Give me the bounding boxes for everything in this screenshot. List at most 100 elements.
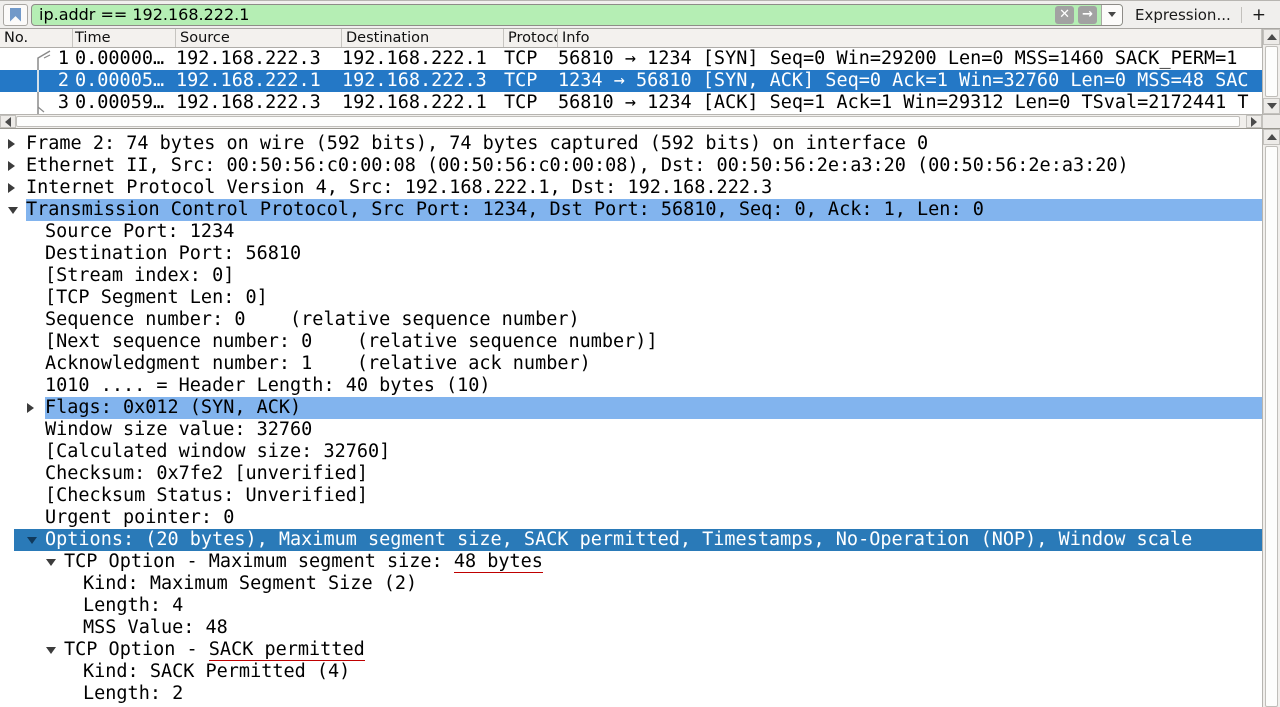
chevron-down-icon [1108, 12, 1116, 17]
packet-cell-time: 0.00059… [73, 92, 176, 114]
column-header-info[interactable]: Info [558, 29, 1262, 47]
packet-rows: 10.00000…192.168.222.3192.168.222.1TCP56… [0, 48, 1262, 114]
column-header-proto[interactable]: Protocol [504, 29, 558, 47]
add-filter-button[interactable]: + [1242, 5, 1274, 25]
detail-row[interactable]: [Next sequence number: 0 (relative seque… [0, 331, 1280, 353]
detail-text: [Checksum Status: Unverified] [45, 485, 1280, 507]
detail-row[interactable]: [Checksum Status: Unverified] [0, 485, 1280, 507]
expand-icon[interactable] [8, 155, 26, 177]
packet-list-header: No.TimeSourceDestinationProtocolInfo [0, 29, 1262, 48]
packet-cell-no: 2 [0, 70, 73, 92]
detail-row[interactable]: Frame 2: 74 bytes on wire (592 bits), 74… [0, 133, 1280, 155]
filter-history-dropdown[interactable] [1101, 5, 1122, 25]
detail-row[interactable]: Transmission Control Protocol, Src Port:… [0, 199, 1280, 221]
detail-text: Length: 2 [83, 683, 1280, 705]
detail-text: Internet Protocol Version 4, Src: 192.16… [26, 177, 1280, 199]
annotation-underline: SACK permitted [209, 639, 365, 661]
detail-text: Checksum: 0x7fe2 [unverified] [45, 463, 1280, 485]
expander-spacer [27, 243, 45, 265]
column-header-dst[interactable]: Destination [342, 29, 504, 47]
scroll-down-button[interactable] [1263, 98, 1280, 114]
detail-row[interactable]: Length: 2 [0, 683, 1280, 705]
packet-detail-pane: Frame 2: 74 bytes on wire (592 bits), 74… [0, 129, 1280, 707]
detail-row[interactable]: TCP Option - Maximum segment size: 48 by… [0, 551, 1280, 573]
hscrollbar-thumb[interactable] [16, 116, 1240, 127]
detail-row[interactable]: [Calculated window size: 32760] [0, 441, 1280, 463]
expander-spacer [27, 375, 45, 397]
detail-row[interactable]: TCP Option - SACK permitted [0, 639, 1280, 661]
detail-row[interactable]: Sequence number: 0 (relative sequence nu… [0, 309, 1280, 331]
detail-text: Kind: SACK Permitted (4) [83, 661, 1280, 683]
detail-row[interactable]: Ethernet II, Src: 00:50:56:c0:00:08 (00:… [0, 155, 1280, 177]
collapse-icon[interactable] [27, 529, 45, 551]
expander-spacer [27, 507, 45, 529]
scrollbar-corner [1262, 115, 1280, 128]
display-filter-input[interactable]: ip.addr == 192.168.222.1 ✕ → [31, 4, 1123, 26]
detail-text: Sequence number: 0 (relative sequence nu… [45, 309, 1280, 331]
triangle-up-icon [1267, 134, 1277, 140]
detail-row[interactable]: Internet Protocol Version 4, Src: 192.16… [0, 177, 1280, 199]
expander-spacer [65, 661, 83, 683]
detail-rows: Frame 2: 74 bytes on wire (592 bits), 74… [0, 133, 1280, 705]
packet-cell-dst: 192.168.222.1 [342, 92, 504, 114]
column-header-src[interactable]: Source [176, 29, 342, 47]
collapse-icon[interactable] [46, 639, 64, 661]
detail-row[interactable]: Checksum: 0x7fe2 [unverified] [0, 463, 1280, 485]
detail-row[interactable]: Urgent pointer: 0 [0, 507, 1280, 529]
detail-scrollbar[interactable] [1262, 129, 1280, 707]
collapse-icon[interactable] [46, 551, 64, 573]
triangle-right-icon [1251, 117, 1257, 127]
scroll-up-button[interactable] [1263, 29, 1280, 45]
hscroll-track[interactable] [16, 115, 1246, 128]
filter-bookmark-button[interactable] [3, 4, 28, 26]
expand-icon[interactable] [8, 177, 26, 199]
clear-filter-button[interactable]: ✕ [1055, 6, 1074, 24]
detail-text: [TCP Segment Len: 0] [45, 287, 1280, 309]
collapse-icon[interactable] [8, 199, 26, 221]
expand-icon[interactable] [27, 397, 45, 419]
packet-row[interactable]: 20.00005…192.168.222.1192.168.222.3TCP12… [0, 70, 1262, 92]
detail-row[interactable]: Kind: SACK Permitted (4) [0, 661, 1280, 683]
column-header-no[interactable]: No. [0, 29, 73, 47]
scrollbar-thumb[interactable] [1265, 46, 1278, 97]
scroll-up-button[interactable] [1263, 129, 1280, 145]
packet-row[interactable]: 10.00000…192.168.222.3192.168.222.1TCP56… [0, 48, 1262, 70]
detail-text: Flags: 0x012 (SYN, ACK) [45, 397, 1280, 419]
column-header-time[interactable]: Time [73, 29, 176, 47]
packet-row[interactable]: 30.00059…192.168.222.3192.168.222.1TCP56… [0, 92, 1262, 114]
expander-spacer [65, 573, 83, 595]
detail-text: Destination Port: 56810 [45, 243, 1280, 265]
expander-spacer [27, 331, 45, 353]
detail-row[interactable]: MSS Value: 48 [0, 617, 1280, 639]
detail-row[interactable]: Length: 4 [0, 595, 1280, 617]
detail-row[interactable]: 1010 .... = Header Length: 40 bytes (10) [0, 375, 1280, 397]
detail-row[interactable]: Kind: Maximum Segment Size (2) [0, 573, 1280, 595]
detail-row[interactable]: [Stream index: 0] [0, 265, 1280, 287]
detail-text: Options: (20 bytes), Maximum segment siz… [45, 529, 1280, 551]
scroll-right-button[interactable] [1246, 115, 1262, 128]
horizontal-scrollbar[interactable] [0, 114, 1280, 129]
packet-cell-src: 192.168.222.1 [176, 70, 342, 92]
scroll-left-button[interactable] [0, 115, 16, 128]
packet-cell-time: 0.00005… [73, 70, 176, 92]
expand-icon[interactable] [8, 133, 26, 155]
expander-spacer [27, 485, 45, 507]
detail-row[interactable]: Options: (20 bytes), Maximum segment siz… [14, 529, 1280, 551]
expander-spacer [65, 683, 83, 705]
detail-row[interactable]: Destination Port: 56810 [0, 243, 1280, 265]
detail-row[interactable]: Source Port: 1234 [0, 221, 1280, 243]
detail-text: [Calculated window size: 32760] [45, 441, 1280, 463]
scrollbar-thumb[interactable] [1265, 146, 1278, 707]
expression-button[interactable]: Expression... [1123, 6, 1241, 24]
detail-row[interactable]: Acknowledgment number: 1 (relative ack n… [0, 353, 1280, 375]
detail-text: Kind: Maximum Segment Size (2) [83, 573, 1280, 595]
apply-filter-button[interactable]: → [1078, 6, 1097, 24]
packet-cell-src: 192.168.222.3 [176, 92, 342, 114]
detail-text: TCP Option - Maximum segment size: 48 by… [64, 551, 1280, 573]
detail-row[interactable]: [TCP Segment Len: 0] [0, 287, 1280, 309]
close-icon: ✕ [1059, 8, 1070, 21]
display-filter-text[interactable]: ip.addr == 192.168.222.1 [32, 5, 1055, 24]
detail-row[interactable]: Flags: 0x012 (SYN, ACK) [0, 397, 1280, 419]
packet-list-scrollbar[interactable] [1262, 29, 1280, 114]
detail-row[interactable]: Window size value: 32760 [0, 419, 1280, 441]
